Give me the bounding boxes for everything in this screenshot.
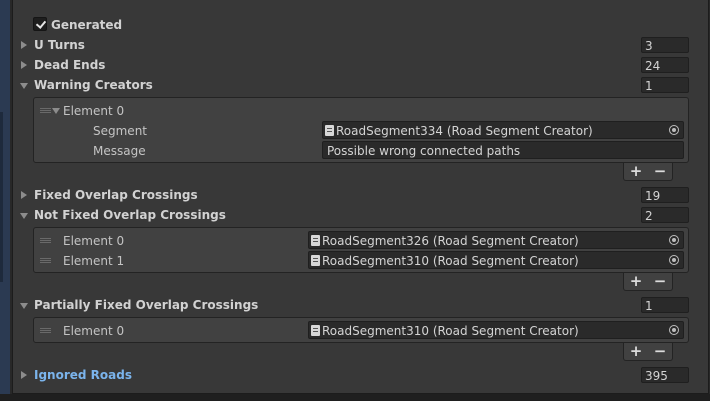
not-fixed-overlap-list-controls: + −: [623, 273, 673, 291]
not-fixed-overlap-count-field[interactable]: 2: [641, 207, 689, 223]
generated-label: Generated: [51, 18, 123, 32]
not-fixed-element-0-label: Element 0: [63, 234, 125, 248]
warning-creators-label: Warning Creators: [34, 78, 153, 92]
u-turns-label: U Turns: [34, 38, 85, 52]
partially-fixed-element-0-object-field[interactable]: RoadSegment310 (Road Segment Creator): [308, 321, 684, 339]
fixed-overlap-row[interactable]: Fixed Overlap Crossings: [34, 185, 198, 205]
object-picker-icon[interactable]: [669, 125, 679, 135]
not-fixed-overlap-foldout-icon[interactable]: [20, 213, 28, 219]
u-turns-row[interactable]: U Turns: [34, 35, 85, 55]
remove-element-button[interactable]: −: [654, 344, 667, 359]
drag-handle-icon[interactable]: [40, 238, 51, 243]
not-fixed-element-1-value: RoadSegment310 (Road Segment Creator): [322, 254, 579, 268]
not-fixed-element-0-value: RoadSegment326 (Road Segment Creator): [322, 234, 579, 248]
inspector-panel: Generated U Turns 3 Dead Ends 24 Warning…: [12, 0, 709, 394]
add-element-button[interactable]: +: [630, 344, 643, 359]
drag-handle-icon[interactable]: [40, 328, 51, 333]
not-fixed-overlap-row[interactable]: Not Fixed Overlap Crossings: [34, 205, 226, 225]
warning-element-0-label: Element 0: [63, 104, 125, 118]
partially-fixed-overlap-row[interactable]: Partially Fixed Overlap Crossings: [34, 295, 258, 315]
drag-handle-icon[interactable]: [40, 108, 51, 113]
fixed-overlap-count-field[interactable]: 19: [641, 187, 689, 203]
dead-ends-label: Dead Ends: [34, 58, 106, 72]
partially-fixed-overlap-list: Element 0 RoadSegment310 (Road Segment C…: [33, 317, 689, 343]
ignored-roads-count-field[interactable]: 395: [641, 367, 689, 383]
dead-ends-foldout-icon[interactable]: [21, 61, 27, 69]
script-object-icon: [311, 325, 320, 336]
script-object-icon: [325, 125, 334, 136]
not-fixed-element-0-object-field[interactable]: RoadSegment326 (Road Segment Creator): [308, 231, 684, 249]
script-object-icon: [311, 235, 320, 246]
bottom-strip: [0, 394, 710, 401]
message-text-field[interactable]: Possible wrong connected paths: [322, 141, 684, 159]
partially-fixed-element-0-label: Element 0: [63, 324, 125, 338]
window-edge: [0, 0, 10, 401]
object-picker-icon[interactable]: [669, 235, 679, 245]
drag-handle-icon[interactable]: [40, 258, 51, 263]
remove-element-button[interactable]: −: [654, 274, 667, 289]
message-value: Possible wrong connected paths: [327, 144, 521, 158]
segment-object-value: RoadSegment334 (Road Segment Creator): [336, 124, 593, 138]
partially-fixed-overlap-count-field[interactable]: 1: [641, 297, 689, 313]
script-object-icon: [311, 255, 320, 266]
remove-element-button[interactable]: −: [654, 164, 667, 179]
object-picker-icon[interactable]: [669, 255, 679, 265]
ignored-roads-foldout-icon[interactable]: [21, 371, 27, 379]
partially-fixed-overlap-foldout-icon[interactable]: [20, 303, 28, 309]
u-turns-foldout-icon[interactable]: [21, 41, 27, 49]
message-label: Message: [93, 144, 146, 158]
not-fixed-element-1-object-field[interactable]: RoadSegment310 (Road Segment Creator): [308, 251, 684, 269]
not-fixed-overlap-label: Not Fixed Overlap Crossings: [34, 208, 226, 222]
partially-fixed-overlap-label: Partially Fixed Overlap Crossings: [34, 298, 259, 312]
object-picker-icon[interactable]: [669, 325, 679, 335]
segment-object-field[interactable]: RoadSegment334 (Road Segment Creator): [322, 121, 684, 139]
partially-fixed-overlap-list-controls: + −: [623, 343, 673, 361]
generated-row: Generated: [51, 15, 122, 35]
ignored-roads-row[interactable]: Ignored Roads: [34, 365, 132, 385]
segment-label: Segment: [93, 124, 147, 138]
u-turns-field[interactable]: 3: [641, 37, 689, 53]
partially-fixed-element-0-value: RoadSegment310 (Road Segment Creator): [322, 324, 579, 338]
not-fixed-overlap-list: Element 0 RoadSegment326 (Road Segment C…: [33, 227, 689, 273]
ignored-roads-label: Ignored Roads: [34, 368, 132, 382]
dead-ends-field[interactable]: 24: [641, 57, 689, 73]
not-fixed-element-1-label: Element 1: [63, 254, 125, 268]
dead-ends-row[interactable]: Dead Ends: [34, 55, 105, 75]
add-element-button[interactable]: +: [630, 164, 643, 179]
fixed-overlap-foldout-icon[interactable]: [21, 191, 27, 199]
element-0-foldout-icon[interactable]: [52, 108, 60, 114]
warning-creators-foldout-icon[interactable]: [20, 83, 28, 89]
fixed-overlap-label: Fixed Overlap Crossings: [34, 188, 198, 202]
warning-creators-list: Element 0 Segment RoadSegment334 (Road S…: [33, 97, 689, 163]
add-element-button[interactable]: +: [630, 274, 643, 289]
warning-creators-list-controls: + −: [623, 163, 673, 181]
warning-creators-count-field[interactable]: 1: [641, 77, 689, 93]
generated-checkbox[interactable]: [33, 17, 47, 31]
warning-creators-row[interactable]: Warning Creators: [34, 75, 153, 95]
